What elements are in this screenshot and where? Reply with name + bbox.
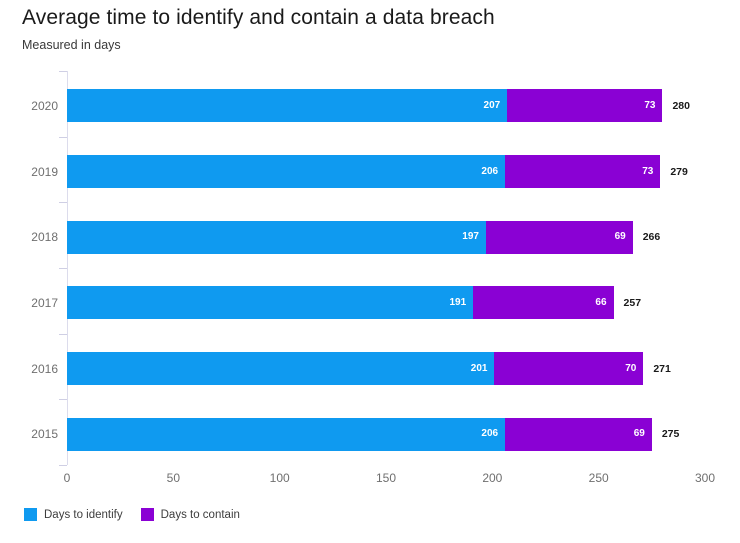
x-axis-tick-label: 0 xyxy=(63,471,71,485)
category-label: 2016 xyxy=(31,361,58,376)
y-axis-tick xyxy=(59,71,67,72)
bar-segment-days-to-identify[interactable]: 197 xyxy=(67,220,486,254)
legend-color-swatch xyxy=(140,508,154,521)
bar-total-label: 266 xyxy=(642,231,661,244)
y-axis-tick xyxy=(59,399,67,400)
category-label: 2018 xyxy=(31,230,58,245)
category-label: 2015 xyxy=(31,427,58,442)
y-axis-tick xyxy=(59,202,67,203)
bar-segment-days-to-contain[interactable]: 69 xyxy=(485,220,633,254)
bar-value-label: 197 xyxy=(462,231,479,243)
bar-row: 2017 191 66 257 xyxy=(31,286,705,320)
x-axis-tick-label: 200 xyxy=(482,471,503,485)
y-axis-tick xyxy=(59,268,67,269)
bar-value-label: 73 xyxy=(642,165,654,177)
bar-value-label: 206 xyxy=(481,165,499,177)
bar-segment-days-to-identify[interactable]: 191 xyxy=(67,286,474,320)
y-axis-tick xyxy=(59,334,67,335)
x-axis-tick-label: 50 xyxy=(166,471,181,485)
bar-segment-days-to-identify[interactable]: 201 xyxy=(67,352,495,385)
bar-row: 2015 206 69 275 xyxy=(31,417,705,451)
category-label: 2019 xyxy=(31,164,58,179)
chart-container: Average time to identify and contain a d… xyxy=(0,0,740,543)
bar-segment-days-to-identify[interactable]: 206 xyxy=(67,155,506,188)
bar-value-label: 206 xyxy=(481,428,499,440)
bar-segment-days-to-contain[interactable]: 73 xyxy=(507,89,663,123)
bar-value-label: 70 xyxy=(625,362,637,374)
bar-segment-days-to-contain[interactable]: 70 xyxy=(494,352,644,385)
bar-value-label: 66 xyxy=(595,296,607,308)
plot-area: 2020 207 73 280 2019 206 73 279 2018 197 69 266 2017… xyxy=(31,71,705,466)
category-label: 2017 xyxy=(31,295,58,310)
bar-row: 2016 201 70 271 xyxy=(31,352,705,385)
legend-color-swatch xyxy=(24,508,37,521)
y-axis-tick xyxy=(59,465,67,466)
bar-value-label: 73 xyxy=(644,99,656,111)
bar-segment-days-to-contain[interactable]: 73 xyxy=(505,155,661,188)
category-label: 2020 xyxy=(31,98,58,113)
y-axis-tick xyxy=(59,137,67,138)
bar-segment-days-to-contain[interactable]: 69 xyxy=(505,417,652,451)
chart-legend: Days to identify Days to contain xyxy=(24,508,240,521)
bar-value-label: 207 xyxy=(483,99,501,111)
legend-label: Days to contain xyxy=(160,508,240,521)
chart-subtitle: Measured in days xyxy=(22,38,121,52)
legend-label: Days to identify xyxy=(44,508,123,521)
x-axis: 0 50 100 150 200 250 300 xyxy=(63,465,715,491)
bar-segment-days-to-identify[interactable]: 207 xyxy=(67,89,508,123)
bar-total-label: 275 xyxy=(661,428,680,441)
chart-title: Average time to identify and contain a d… xyxy=(22,6,495,29)
bar-value-label: 191 xyxy=(449,296,467,308)
bar-row: 2020 207 73 280 xyxy=(31,89,705,123)
bar-segment-days-to-identify[interactable]: 206 xyxy=(67,417,506,451)
x-axis-tick-label: 300 xyxy=(694,471,716,485)
bar-row: 2018 197 69 266 xyxy=(31,220,705,254)
y-axis-line xyxy=(67,71,68,465)
legend-item[interactable]: Days to contain xyxy=(140,508,240,521)
bar-total-label: 257 xyxy=(623,296,642,309)
bar-row: 2019 206 73 279 xyxy=(31,155,705,188)
bar-segment-days-to-contain[interactable]: 66 xyxy=(473,286,614,320)
bar-value-label: 69 xyxy=(633,428,645,440)
x-axis-tick-label: 250 xyxy=(588,471,609,485)
bar-total-label: 271 xyxy=(653,362,671,375)
bar-total-label: 280 xyxy=(672,99,690,112)
x-axis-tick-label: 150 xyxy=(375,471,397,485)
legend-item[interactable]: Days to identify xyxy=(24,508,123,521)
bar-value-label: 69 xyxy=(614,231,626,243)
x-axis-tick-label: 100 xyxy=(269,471,290,485)
bar-total-label: 279 xyxy=(670,165,688,178)
bar-value-label: 201 xyxy=(470,362,488,374)
